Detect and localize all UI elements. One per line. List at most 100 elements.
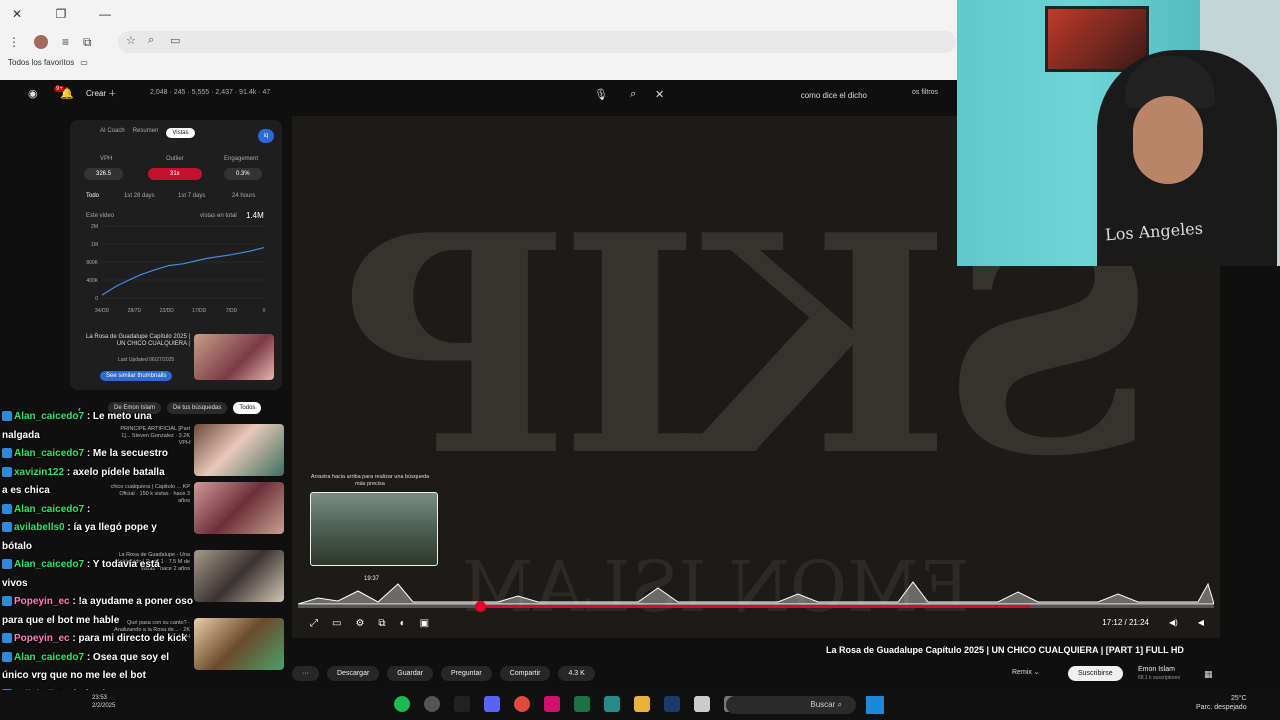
filters-button[interactable]: os filtros [912, 89, 938, 96]
chat-username[interactable]: Popeyin_ec [14, 633, 70, 644]
remix-button[interactable]: Remix ⌄ [1012, 668, 1040, 676]
account-avatar[interactable]: ◉ [28, 87, 38, 100]
chat-text: único vrg que no me lee el bot [2, 670, 146, 681]
autoplay-toggle[interactable]: ◐ [400, 618, 406, 629]
tab-resumen[interactable]: Resumen [133, 128, 159, 138]
channel-subs: 68.1 k suscriptores [1138, 675, 1180, 681]
close-window-icon[interactable]: ✕ [10, 7, 24, 21]
app-icon[interactable] [544, 696, 560, 712]
chat-text: : !a ayudame a poner oso [69, 596, 193, 607]
chat-username[interactable]: Alan_caicedo7 [14, 448, 84, 459]
metric-label-engagement: Engagement [224, 156, 259, 162]
window-icon[interactable] [694, 696, 710, 712]
chat-text: bótalo [2, 540, 32, 552]
minimize-icon[interactable]: — [98, 7, 112, 21]
taskbar-search[interactable]: Buscar ⌕ [726, 696, 856, 714]
tiktok-icon[interactable] [454, 696, 470, 712]
subtitles-icon[interactable]: ▣ [420, 618, 429, 629]
chat-username[interactable]: Popeyin_ec [14, 596, 70, 607]
spotify-icon[interactable] [394, 696, 410, 712]
cast-icon[interactable]: ▭ [170, 34, 180, 47]
chat-username[interactable]: Alan_caicedo7 [14, 504, 84, 515]
search-input[interactable]: como dice el dicho [667, 84, 907, 106]
volume-icon[interactable]: ◀) [1169, 618, 1178, 627]
excel-icon[interactable] [574, 696, 590, 712]
chat-message: avilabells0 : ía ya llegó pope y [2, 519, 157, 537]
playlist-icon[interactable]: ≡ [62, 35, 69, 49]
tab-ai-coach[interactable]: AI Coach [100, 128, 125, 138]
weather-info[interactable]: 25°C Parc. despejado [1196, 694, 1247, 712]
chat-message: nalgada [2, 427, 40, 445]
chat-message: a es chica [2, 482, 50, 500]
most-replayed-heatmap [298, 581, 1214, 605]
maximize-icon[interactable]: ❐ [54, 7, 68, 21]
video-title: La Rosa de Guadalupe Capítulo 2025 | UN … [826, 645, 1184, 655]
more-actions-button[interactable]: ··· [292, 666, 319, 681]
streamer-face [1133, 96, 1203, 184]
profile-avatar[interactable] [34, 35, 48, 49]
play-icon[interactable]: ◀ [1198, 618, 1204, 627]
discord-icon[interactable] [484, 696, 500, 712]
search-value: como dice el dicho [800, 90, 867, 100]
chat-badge-icon [2, 411, 12, 422]
viral-thumbnail[interactable] [194, 334, 274, 380]
tab-vistas[interactable]: Vistas [166, 128, 195, 138]
range-todo[interactable]: Todo [86, 193, 99, 199]
share-button[interactable]: Compartir [499, 666, 551, 681]
extensions-icon[interactable]: ⧉ [83, 35, 92, 50]
metric-vph: 326.5 [84, 168, 124, 180]
chat-text: : para mi directo de kick [69, 633, 187, 644]
range-28[interactable]: 1st 28 days [124, 193, 155, 199]
chat-username[interactable]: Alan_caicedo7 [14, 652, 84, 663]
chat-username[interactable]: Alan_caicedo7 [14, 411, 84, 422]
chat-message: Popeyin_ec : !a ayudame a poner oso [2, 593, 193, 611]
chrome-icon[interactable] [514, 696, 530, 712]
channel-icon[interactable]: ▦ [1204, 669, 1213, 680]
chat-username[interactable]: avilabells0 [14, 522, 65, 533]
obs-icon[interactable] [424, 696, 440, 712]
create-button[interactable]: Crear ＋ [86, 88, 116, 99]
save-button[interactable]: Guardar [387, 666, 433, 681]
folder-icon[interactable] [634, 696, 650, 712]
range-24[interactable]: 24 hours [232, 193, 255, 199]
terminal-icon[interactable] [604, 696, 620, 712]
folder-icon: ▭ [80, 58, 88, 67]
clock-date: 2/2/2025 [92, 703, 116, 709]
channel-info[interactable]: Emon Islam 68.1 k suscriptores [1138, 666, 1180, 682]
chat-message: para que el bot me hable [2, 612, 119, 630]
chat-username[interactable]: xavizin122 [14, 467, 64, 478]
metric-outlier: 31x [148, 168, 202, 180]
fullscreen-icon[interactable]: ⤢ [310, 618, 318, 629]
chip-busquedas[interactable]: De tus búsquedas [167, 402, 228, 414]
range-7[interactable]: 1st 7 days [178, 193, 205, 199]
menu-icon[interactable]: ⋮ [8, 35, 20, 49]
address-bar[interactable] [118, 31, 956, 53]
chat-badge-icon [2, 466, 12, 477]
mic-icon[interactable]: 🎙 [594, 88, 608, 101]
search-icon[interactable]: ⌕ [630, 88, 636, 101]
favorites-label[interactable]: Todos los favoritos [8, 58, 74, 67]
video-actions: ··· Descargar Guardar Preguntar Comparti… [292, 666, 595, 681]
theater-icon[interactable]: ▭ [332, 618, 341, 629]
ask-button[interactable]: Preguntar [440, 666, 492, 681]
metric-label-vph: VPH [100, 156, 113, 162]
steam-icon[interactable] [664, 696, 680, 712]
chart-y-tick: 400K [86, 278, 98, 284]
favorites-bar[interactable]: Todos los favoritos ▭ [8, 58, 88, 67]
settings-icon[interactable]: ⚙ [355, 618, 364, 629]
similar-thumbnails-button[interactable]: See similar thumbnails [100, 371, 173, 381]
star-icon[interactable]: ☆ [126, 34, 136, 47]
chat-message: xavizin122 : axelo pídele batalla [2, 464, 165, 482]
clear-search-icon[interactable]: ✕ [655, 88, 664, 101]
zoom-icon[interactable]: ⌕ [148, 34, 154, 47]
chip-todos[interactable]: Todos [233, 402, 262, 414]
progress-scrubber[interactable] [475, 601, 486, 612]
chat-text: : Osea que soy el [84, 651, 170, 663]
chat-username[interactable]: Alan_caicedo7 [14, 559, 84, 570]
like-button[interactable]: 4.3 K [558, 666, 595, 681]
download-button[interactable]: Descargar [327, 666, 380, 681]
chat-message: Alan_caicedo7 : Osea que soy el [2, 649, 169, 667]
subscribe-button[interactable]: Suscribirse [1068, 666, 1123, 681]
miniplayer-icon[interactable]: ⧉ [378, 618, 385, 629]
windows-start-icon[interactable] [866, 696, 884, 714]
